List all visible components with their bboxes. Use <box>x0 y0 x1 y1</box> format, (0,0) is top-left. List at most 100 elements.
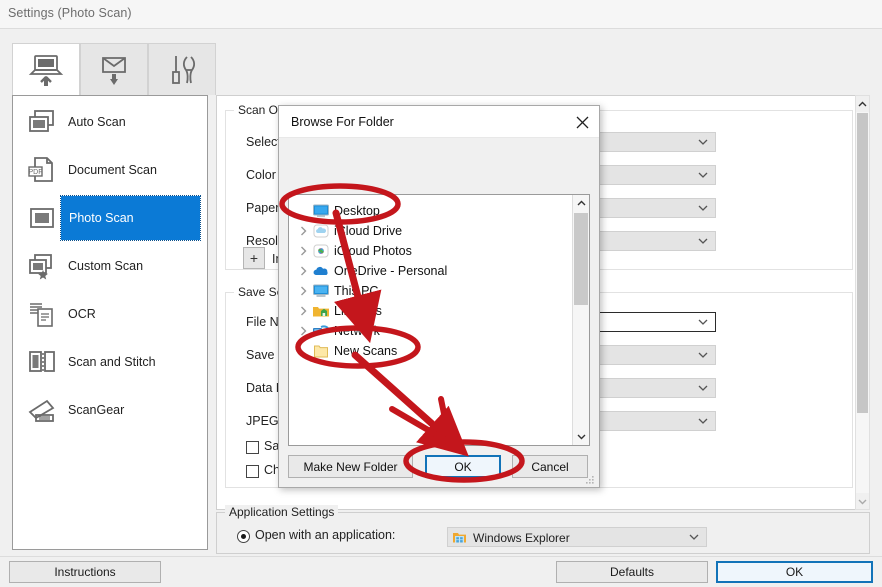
tree-item-desktop[interactable]: Desktop <box>295 201 380 221</box>
scroll-up-icon[interactable] <box>856 96 869 112</box>
tree-scrollbar-thumb[interactable] <box>574 213 588 305</box>
tree-item-this-pc[interactable]: This PC <box>295 281 378 301</box>
sidebar-item-label: Custom Scan <box>68 259 144 273</box>
photo-icon <box>22 198 62 238</box>
tree-item-libraries[interactable]: Libraries <box>295 301 382 321</box>
footer-bar: Instructions Defaults OK <box>0 556 882 587</box>
sidebar-item-custom-scan[interactable]: Custom Scan <box>22 244 200 288</box>
folder-tree[interactable]: Desktop iCloud Drive iCloud Photos OneDr… <box>288 194 590 446</box>
chevron-right-icon[interactable] <box>295 223 311 239</box>
sidebar-item-auto-scan[interactable]: Auto Scan <box>22 100 200 144</box>
make-new-folder-label: Make New Folder <box>303 459 398 474</box>
tree-item-label: iCloud Photos <box>334 244 412 258</box>
chevron-right-icon[interactable] <box>295 263 311 279</box>
scan-from-scanner-tab[interactable] <box>80 43 148 95</box>
this-pc-icon <box>311 283 331 299</box>
browse-for-folder-dialog: Browse For Folder Desktop iCloud Drive i… <box>278 105 600 488</box>
tree-item-new-scans[interactable]: New Scans <box>295 341 397 361</box>
dialog-ok-button[interactable]: OK <box>425 455 501 478</box>
icloud-photos-icon <box>311 243 331 259</box>
sidebar-item-scangear[interactable]: ScanGear <box>22 388 200 432</box>
window-title: Settings (Photo Scan) <box>8 6 132 20</box>
desktop-icon <box>311 203 331 219</box>
expand-image-processing-button[interactable]: + <box>243 247 265 269</box>
sidebar-item-scan-and-stitch[interactable]: Scan and Stitch <box>22 340 200 384</box>
chevron-right-icon[interactable] <box>295 303 311 319</box>
sidebar-item-photo-scan[interactable]: Photo Scan <box>60 195 201 241</box>
scan-mode-sidebar: Auto Scan PDF Document Scan Photo Scan C… <box>12 95 208 550</box>
tree-scrollbar[interactable] <box>572 195 589 445</box>
scroll-down-icon[interactable] <box>856 493 869 509</box>
settings-window: Settings (Photo Scan) Auto Scan PDF Docu… <box>0 0 882 587</box>
scangear-icon <box>22 390 62 430</box>
chevron-down-icon <box>698 385 708 391</box>
scanner-save-icon <box>94 53 134 87</box>
chevron-down-icon <box>698 319 708 325</box>
onedrive-icon <box>311 263 331 279</box>
general-settings-tab[interactable] <box>148 43 216 95</box>
make-new-folder-button[interactable]: Make New Folder <box>288 455 413 478</box>
tree-item-network[interactable]: Network <box>295 321 380 341</box>
tree-item-label: OneDrive - Personal <box>334 264 448 278</box>
sidebar-item-label: Auto Scan <box>68 115 126 129</box>
sidebar-item-document-scan[interactable]: PDF Document Scan <box>22 148 200 192</box>
open-with-application-label: Open with an application: <box>255 528 396 542</box>
custom-star-icon <box>22 246 62 286</box>
dialog-prompt <box>291 146 581 188</box>
resize-grip-icon[interactable] <box>585 474 595 484</box>
ok-button[interactable]: OK <box>716 561 873 583</box>
chevron-down-icon <box>698 352 708 358</box>
scan-from-computer-tab[interactable] <box>12 43 80 95</box>
application-settings-group: Application Settings Open with an applic… <box>216 505 870 554</box>
application-value: Windows Explorer <box>473 531 570 545</box>
settings-scrollbar[interactable] <box>855 95 870 510</box>
sidebar-item-ocr[interactable]: OCR <box>22 292 200 336</box>
title-bar: Settings (Photo Scan) <box>0 0 882 28</box>
tree-item-label: Desktop <box>334 204 380 218</box>
dialog-title: Browse For Folder <box>291 115 394 129</box>
scrollbar-thumb[interactable] <box>857 113 868 413</box>
tree-item-label: Network <box>334 324 380 338</box>
save-pdf-checkbox[interactable] <box>246 441 259 454</box>
chevron-down-icon <box>698 418 708 424</box>
chevron-right-icon[interactable] <box>295 243 311 259</box>
tree-item-onedrive-personal[interactable]: OneDrive - Personal <box>295 261 447 281</box>
tree-item-label: Libraries <box>334 304 382 318</box>
dialog-title-bar: Browse For Folder <box>279 106 599 138</box>
chevron-down-icon <box>698 205 708 211</box>
windows-explorer-icon <box>452 530 467 547</box>
stitch-icon <box>22 342 62 382</box>
instructions-button[interactable]: Instructions <box>9 561 161 583</box>
tree-item-label: iCloud Drive <box>334 224 403 238</box>
network-icon <box>311 323 331 339</box>
sidebar-item-label: Document Scan <box>68 163 157 177</box>
application-combo[interactable]: Windows Explorer <box>447 527 707 547</box>
tree-item-icloud-drive[interactable]: iCloud Drive <box>295 221 402 241</box>
defaults-button[interactable]: Defaults <box>556 561 708 583</box>
ok-label: OK <box>785 565 804 579</box>
tree-item-icloud-photos[interactable]: iCloud Photos <box>295 241 412 261</box>
application-settings-label: Application Settings <box>225 505 339 519</box>
dialog-cancel-button[interactable]: Cancel <box>512 455 588 478</box>
folder-icon <box>311 343 331 359</box>
chevron-right-icon[interactable] <box>295 323 311 339</box>
tree-scroll-up-icon[interactable] <box>573 195 589 212</box>
close-icon[interactable] <box>569 110 595 134</box>
chevron-down-icon <box>698 139 708 145</box>
sidebar-item-label: OCR <box>68 307 96 321</box>
computer-scan-icon <box>26 53 66 87</box>
sidebar-item-label: ScanGear <box>68 403 125 417</box>
chevron-right-icon[interactable] <box>295 283 311 299</box>
auto-scan-icon <box>22 102 62 142</box>
chevron-down-icon <box>698 238 708 244</box>
tree-item-label: This PC <box>334 284 379 298</box>
sidebar-item-label: Scan and Stitch <box>68 355 156 369</box>
tree-scroll-down-icon[interactable] <box>573 428 589 445</box>
tab-strip <box>0 28 882 96</box>
defaults-label: Defaults <box>609 565 655 579</box>
open-with-application-radio[interactable] <box>237 530 250 543</box>
check-results-checkbox[interactable] <box>246 465 259 478</box>
pdf-document-icon: PDF <box>22 150 62 190</box>
chevron-down-icon <box>689 534 699 540</box>
